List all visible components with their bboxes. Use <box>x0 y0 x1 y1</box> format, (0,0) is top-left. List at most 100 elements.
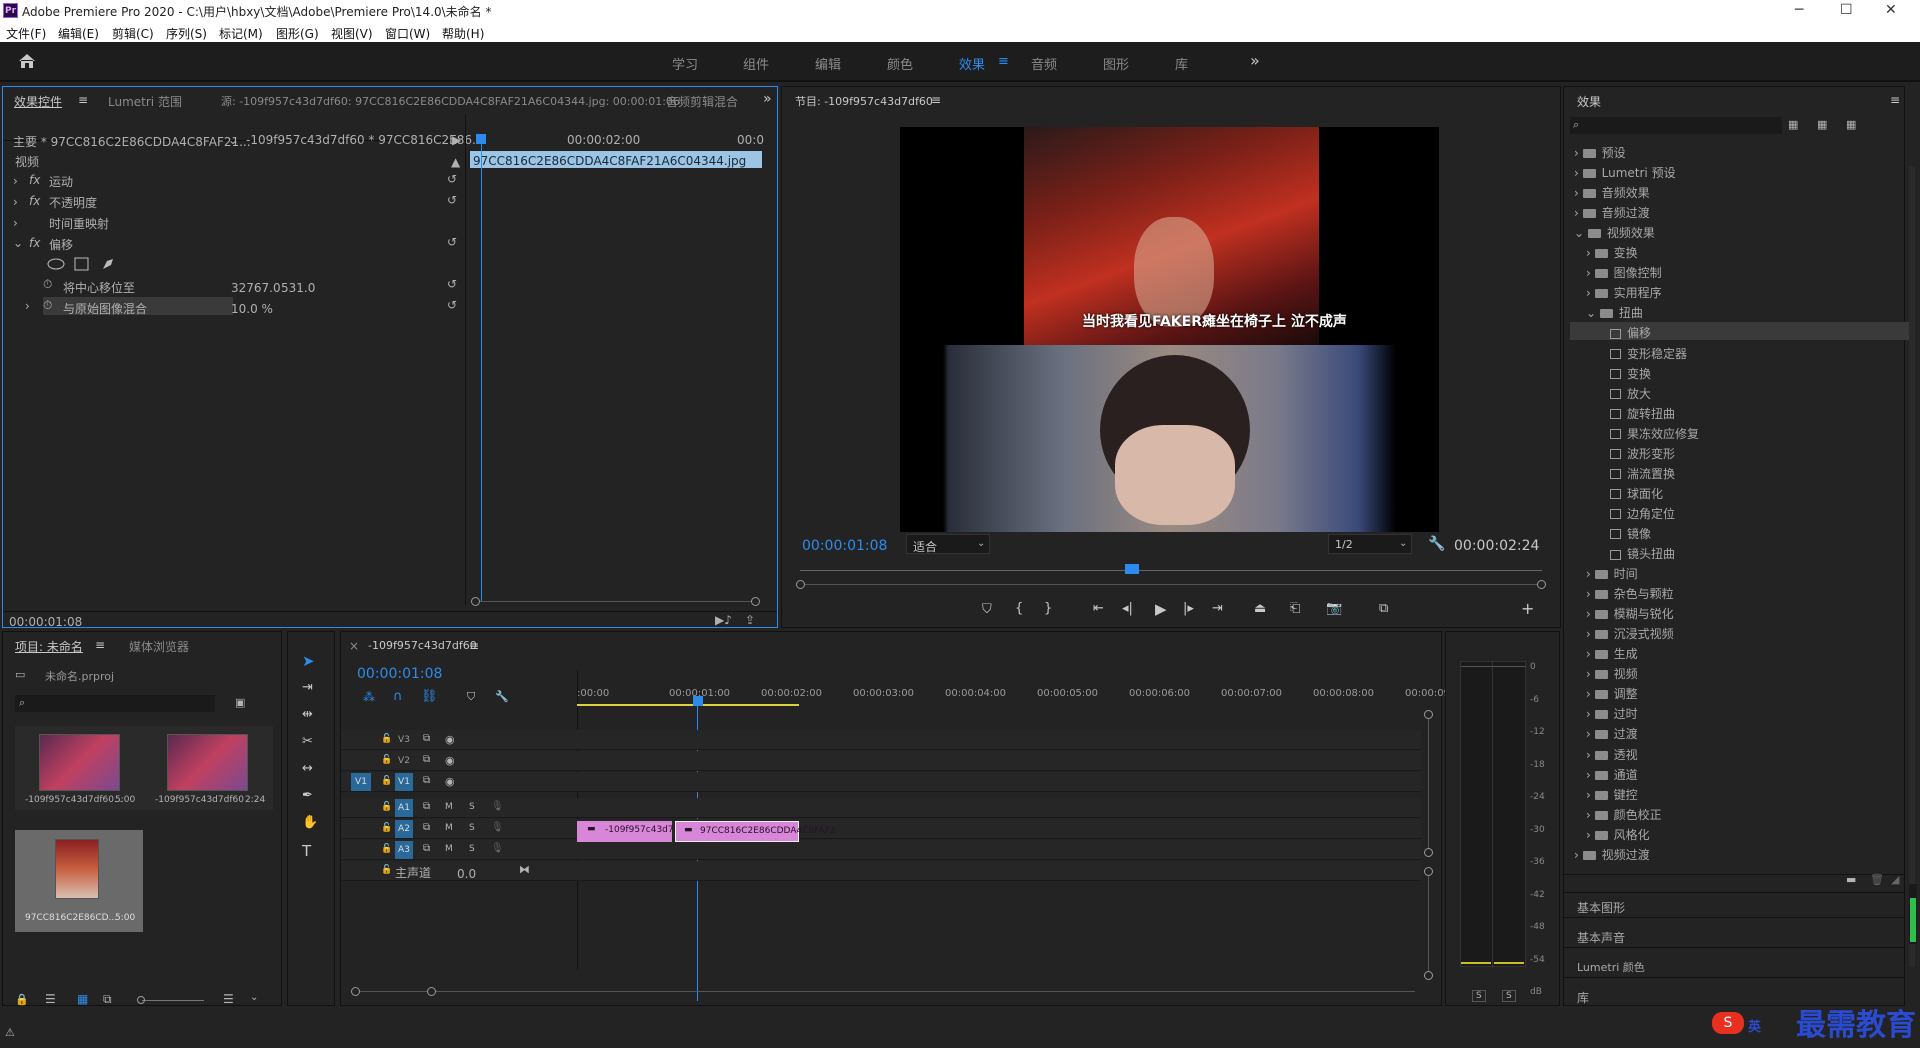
chevron-right-icon[interactable]: › <box>1586 627 1595 641</box>
add-marker-icon[interactable]: ⛉ <box>982 602 992 617</box>
chevron-right-icon[interactable]: › <box>1586 808 1595 822</box>
chevron-right-icon[interactable]: › <box>1574 146 1583 160</box>
program-zoom-right[interactable] <box>1537 580 1546 589</box>
button-editor-add-icon[interactable]: + <box>1521 599 1534 618</box>
shift-center-y-value[interactable]: 531.0 <box>281 281 315 295</box>
settings-wrench-icon[interactable]: 🔧 <box>1428 536 1445 552</box>
new-bin-icon[interactable]: ▣ <box>235 696 245 709</box>
ec-zoom-handle-right[interactable] <box>751 597 760 606</box>
32bit-effects-icon[interactable]: ▦ <box>1817 118 1827 131</box>
chevron-right-icon[interactable]: › <box>1586 647 1595 661</box>
workspace-learn[interactable]: 学习 <box>672 54 698 73</box>
timeline-menu-icon[interactable]: ≡ <box>469 639 479 653</box>
pen-tool-icon[interactable]: ✒ <box>302 788 313 803</box>
chevron-right-icon[interactable]: › <box>1586 667 1595 681</box>
program-menu-icon[interactable]: ≡ <box>931 93 941 107</box>
linked-selection-icon[interactable]: ⛓ <box>421 689 438 704</box>
expand-motion-icon[interactable]: › <box>13 174 18 188</box>
sync-lock-icon[interactable]: ⧉ <box>423 844 430 854</box>
lock-icon[interactable]: 🔒 <box>15 993 29 1006</box>
solo-button[interactable]: S <box>469 824 475 833</box>
tab-project[interactable]: 项目: 未命名 <box>15 638 83 655</box>
play-icon[interactable]: ▶ <box>1155 600 1167 618</box>
track-lock-icon[interactable]: 🔓 <box>381 735 392 744</box>
effects-tree-item[interactable]: › 音频过渡 <box>1574 204 1650 221</box>
ec-timecode[interactable]: 00:00:01:08 <box>9 615 82 629</box>
stopwatch-icon[interactable]: ⏱ <box>43 298 52 313</box>
chevron-right-icon[interactable]: › <box>1586 727 1595 741</box>
tab-menu-icon[interactable]: ≡ <box>78 93 88 107</box>
workspace-editing[interactable]: 编辑 <box>815 54 841 73</box>
program-title[interactable]: 节目: -109f957c43d7df60 <box>795 93 933 109</box>
chevron-down-icon[interactable]: ⌄ <box>1586 306 1600 320</box>
chevron-right-icon[interactable]: › <box>1586 266 1595 280</box>
v-scroll-handle[interactable] <box>1424 848 1433 857</box>
sync-lock-icon[interactable]: ⧉ <box>423 755 430 765</box>
chevron-right-icon[interactable]: › <box>1586 768 1595 782</box>
accelerated-effects-icon[interactable]: ▦ <box>1788 118 1798 131</box>
section-lumetri-color[interactable]: Lumetri 颜色 <box>1577 959 1645 975</box>
play-clip-icon[interactable]: ▶ <box>452 133 461 147</box>
fx-badge[interactable]: fx <box>29 194 40 208</box>
step-back-icon[interactable]: ◂| <box>1122 601 1133 616</box>
effects-tree-item[interactable]: 果冻效应修复 <box>1598 425 1699 442</box>
v-scroll-handle[interactable] <box>1424 710 1433 719</box>
timeline-ruler[interactable]: :00:00 00:00:01:00 00:00:02:00 00:00:03:00 0… <box>577 676 1453 706</box>
snap-icon[interactable]: ∩ <box>393 689 403 704</box>
sync-lock-icon[interactable]: ⧉ <box>423 776 430 786</box>
effects-tree-item[interactable]: › Lumetri 预设 <box>1574 164 1676 181</box>
fx-badge[interactable]: fx <box>29 236 40 250</box>
minimize-button[interactable]: ─ <box>1795 2 1803 18</box>
h-scrollbar[interactable] <box>355 991 1415 992</box>
master-volume-value[interactable]: 0.0 <box>457 867 476 881</box>
menu-window[interactable]: 窗口(W) <box>385 25 430 42</box>
program-timecode[interactable]: 00:00:01:08 <box>802 538 887 554</box>
timeline-clip-1[interactable]: ▬ -109f957c43d7df60. <box>577 821 697 842</box>
mute-button[interactable]: M <box>445 803 453 812</box>
hand-tool-icon[interactable]: ✋ <box>302 815 318 830</box>
section-libraries[interactable]: 库 <box>1577 989 1589 1006</box>
collapse-offset-icon[interactable]: ⌄ <box>13 236 23 250</box>
video-frame[interactable]: 当时我看见FAKER瘫坐在椅子上 泣不成声 <box>900 127 1439 532</box>
workspace-graphics[interactable]: 图形 <box>1103 54 1129 73</box>
chevron-down-icon[interactable]: ⌄ <box>1574 226 1588 240</box>
program-zoom-bar[interactable] <box>800 584 1542 585</box>
effects-tree-item[interactable]: › 生成 <box>1586 645 1638 662</box>
chevron-right-icon[interactable]: › <box>1574 206 1583 220</box>
track-lock-icon[interactable]: 🔓 <box>381 845 392 854</box>
effects-tree-item[interactable]: › 沉浸式视频 <box>1586 625 1674 642</box>
reset-shift-center-icon[interactable]: ↺ <box>447 277 457 291</box>
step-forward-icon[interactable]: |▸ <box>1183 601 1194 616</box>
home-icon[interactable] <box>18 53 36 69</box>
eye-icon[interactable]: ◉ <box>445 776 455 787</box>
reset-motion-icon[interactable]: ↺ <box>447 172 457 186</box>
menu-file[interactable]: 文件(F) <box>6 25 46 42</box>
effects-tree-item[interactable]: 边角定位 <box>1598 505 1675 522</box>
yuv-effects-icon[interactable]: ▦ <box>1846 118 1856 131</box>
sync-lock-icon[interactable]: ⧉ <box>423 823 430 833</box>
track-lock-icon[interactable]: 🔓 <box>381 824 392 833</box>
timeline-timecode[interactable]: 00:00:01:08 <box>357 666 442 682</box>
track-select-tool-icon[interactable]: ⇥ <box>302 680 313 695</box>
effects-tree-item[interactable]: › 变换 <box>1586 244 1638 261</box>
comparison-view-icon[interactable]: ⧉ <box>1379 601 1388 616</box>
chevron-right-icon[interactable]: › <box>1586 828 1595 842</box>
work-area-bar[interactable] <box>577 704 799 706</box>
section-essential-sound[interactable]: 基本声音 <box>1577 929 1625 946</box>
tab-audio-clip-mixer[interactable]: 音频剪辑混合 <box>666 93 738 110</box>
effects-search-input[interactable]: ⌕ <box>1570 117 1782 134</box>
pen-mask-icon[interactable] <box>103 259 113 269</box>
chevron-right-icon[interactable]: › <box>1586 286 1595 300</box>
sync-lock-icon[interactable]: ⧉ <box>423 802 430 812</box>
list-view-icon[interactable]: ☰ <box>45 992 56 1006</box>
expand-time-remap-icon[interactable]: › <box>13 216 18 230</box>
sort-icon[interactable]: ☰ <box>223 992 234 1006</box>
tab-media-browser[interactable]: 媒体浏览器 <box>129 638 189 655</box>
microphone-icon[interactable]: 🎙 <box>491 844 504 854</box>
chevron-right-icon[interactable]: › <box>1574 848 1583 862</box>
section-essential-graphics[interactable]: 基本图形 <box>1577 899 1625 916</box>
reset-blend-icon[interactable]: ↺ <box>447 298 457 312</box>
sequence-dropdown-icon[interactable]: ⌄ <box>228 133 238 147</box>
program-zoom-left[interactable] <box>796 580 805 589</box>
effects-menu-icon[interactable]: ≡ <box>1890 93 1900 107</box>
